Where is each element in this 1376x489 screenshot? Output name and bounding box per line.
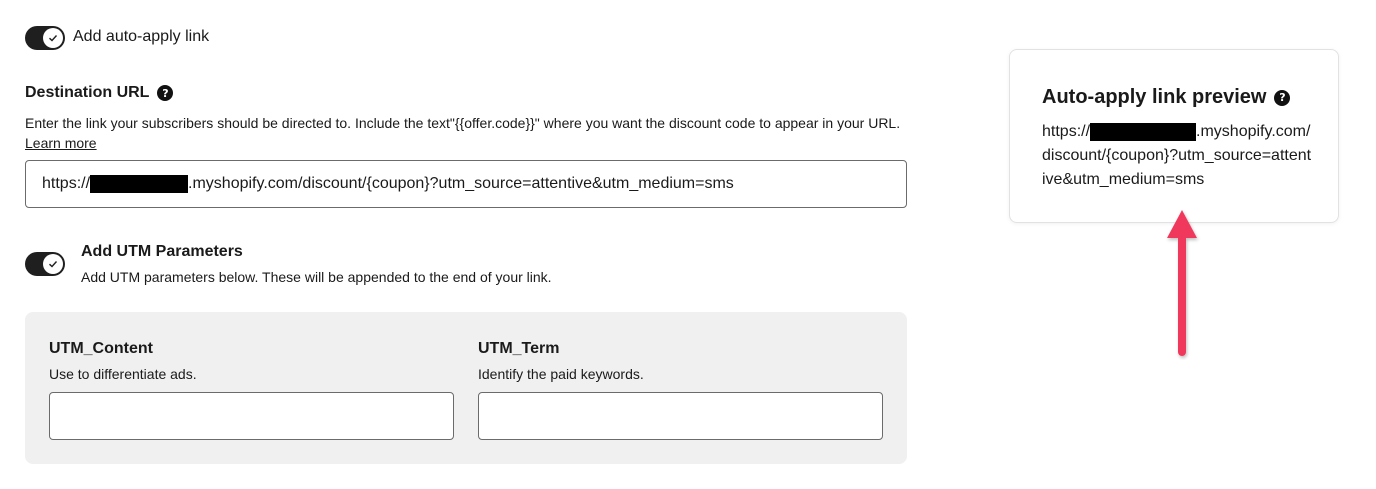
toggle-knob [43, 28, 63, 48]
utm-term-help: Identify the paid keywords. [478, 366, 644, 382]
toggle-knob [43, 254, 63, 274]
preview-title: Auto-apply link preview [1042, 86, 1267, 108]
learn-more-link[interactable]: Learn more [25, 135, 97, 151]
check-icon [49, 35, 58, 42]
utm-content-label: UTM_Content [49, 340, 153, 357]
utm-term-input[interactable] [478, 392, 883, 440]
destination-url-title: Destination URL [25, 84, 150, 101]
preview-link-text: https://.myshopify.com/discount/{coupon}… [1042, 120, 1312, 192]
utm-content-input[interactable] [49, 392, 454, 440]
destination-url-description: Enter the link your subscribers should b… [25, 113, 905, 153]
arrow-up-icon [1167, 210, 1197, 356]
preview-heading: Auto-apply link preview ? [1042, 86, 1291, 109]
auto-apply-label: Add auto-apply link [73, 28, 210, 45]
utm-parameters-panel: UTM_Content Use to differentiate ads. UT… [25, 312, 907, 464]
auto-apply-toggle[interactable] [25, 26, 65, 50]
utm-parameters-description: Add UTM parameters below. These will be … [81, 269, 552, 285]
question-circle-icon[interactable]: ? [1274, 89, 1291, 106]
destination-url-input[interactable]: https:// .myshopify.com/discount/{coupon}… [25, 160, 907, 208]
redacted-store-name [90, 175, 189, 193]
destination-url-heading: Destination URL ? [25, 84, 174, 102]
auto-apply-preview-card: Auto-apply link preview ? https://.mysho… [1009, 49, 1339, 223]
utm-parameters-title: Add UTM Parameters [81, 243, 243, 260]
redacted-store-name [1090, 122, 1197, 141]
url-prefix: https:// [42, 175, 91, 192]
url-suffix: .myshopify.com/discount/{coupon}?utm_sou… [188, 175, 734, 192]
utm-content-help: Use to differentiate ads. [49, 366, 197, 382]
preview-prefix: https:// [1042, 123, 1091, 140]
destination-description-text: Enter the link your subscribers should b… [25, 115, 901, 131]
question-circle-icon[interactable]: ? [157, 85, 174, 101]
utm-parameters-toggle[interactable] [25, 252, 65, 276]
utm-term-label: UTM_Term [478, 340, 560, 357]
check-icon [49, 261, 58, 268]
